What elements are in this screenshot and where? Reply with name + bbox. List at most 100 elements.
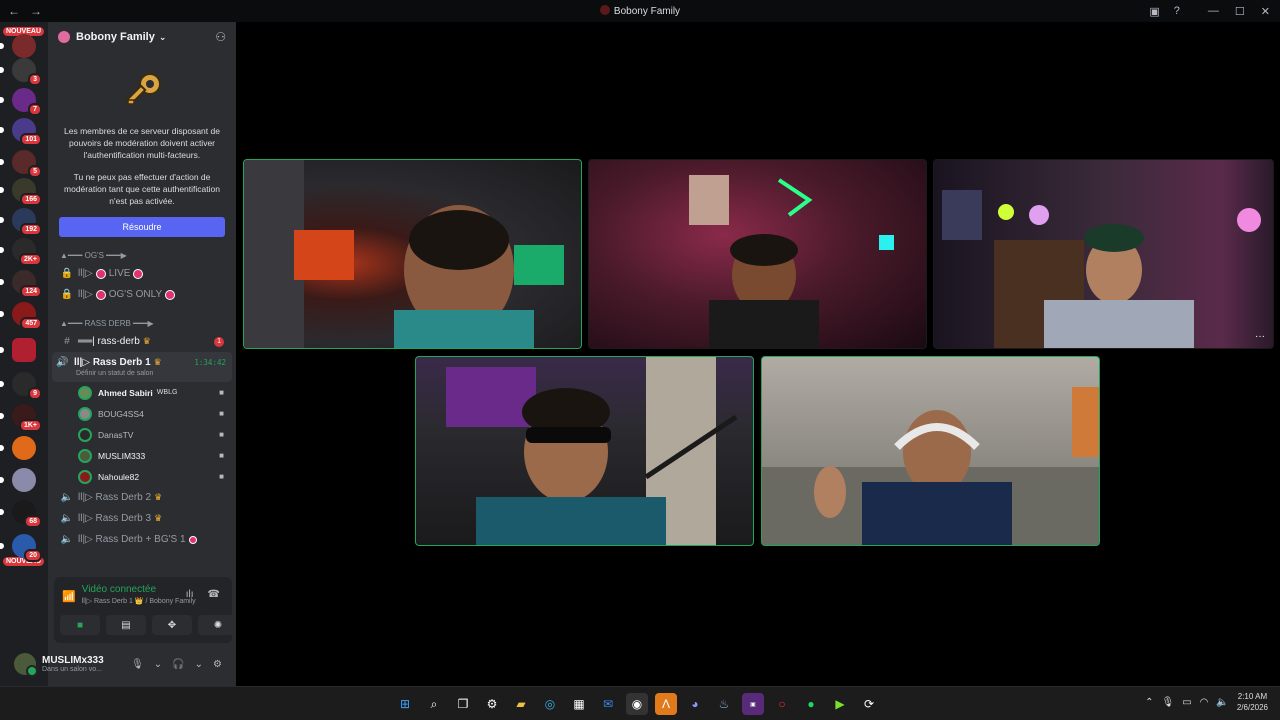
- category-rass-derb[interactable]: ▲━━━ RASS DERB ━━━▶: [48, 317, 236, 331]
- server-icon[interactable]: 5: [0, 150, 42, 178]
- chevron-down-icon[interactable]: ⌄: [154, 659, 162, 670]
- channel-ogs-only[interactable]: 🔒 ll|▷ OG'S ONLY: [48, 284, 236, 305]
- video-tile[interactable]: [588, 159, 927, 349]
- microphone-icon[interactable]: 🎙: [1162, 697, 1175, 708]
- mail-icon[interactable]: ✉: [597, 693, 619, 715]
- server-icon[interactable]: 7: [0, 88, 42, 116]
- server-icon[interactable]: [0, 34, 36, 58]
- disconnect-icon[interactable]: ☎: [208, 589, 220, 600]
- app-update-icon[interactable]: ⟳: [858, 693, 880, 715]
- chevron-down-icon[interactable]: ⌄: [195, 659, 203, 670]
- windows-start-icon[interactable]: ⊞: [394, 693, 416, 715]
- clock[interactable]: 2:10 AM 2/6/2026: [1237, 691, 1268, 713]
- window-title-text: Bobony Family: [613, 6, 681, 17]
- server-icon[interactable]: 9: [0, 372, 42, 400]
- store-icon[interactable]: ▦: [568, 693, 590, 715]
- server-icon[interactable]: 457: [0, 302, 42, 330]
- server-icon[interactable]: 20: [0, 534, 42, 562]
- voice-member[interactable]: Ahmed Sabiri WBLG ■: [48, 382, 236, 403]
- category-ogs[interactable]: ▲━━━ OG'S ━━━▶: [48, 249, 236, 263]
- steam-icon[interactable]: ♨: [713, 693, 735, 715]
- chevron-up-icon[interactable]: ⌃: [1145, 697, 1153, 708]
- voice-channel-rass-derb-bgs[interactable]: 🔈 ll|▷ Rass Derb + BG'S 1: [48, 529, 236, 550]
- minimize-icon[interactable]: —: [1208, 5, 1219, 18]
- server-rail: NOUVEAU NOUVEAU 3 7 101 5 166 192 2K+ 124 457 9 1K…: [0, 22, 48, 686]
- participant-video: [689, 175, 894, 348]
- voice-channel-rass-derb-1[interactable]: 🔊 ll|▷ Rass Derb 1 ♛ 1:34:42 Définir un …: [52, 352, 232, 382]
- close-icon[interactable]: ✕: [1261, 5, 1270, 18]
- video-tile[interactable]: [415, 356, 754, 546]
- crown-icon: ♛: [154, 492, 163, 502]
- video-tile[interactable]: [243, 159, 582, 349]
- guild-header[interactable]: Bobony Family ⌄ ⚇: [48, 22, 236, 52]
- voice-status[interactable]: Définir un statut de salon: [56, 370, 232, 380]
- taskbar: ⊞ ⌕ ❐ ⚙ ▰ ◎ ▦ ✉ ◉ Λ ◕ ♨ ▣ ○ ● ▶ ⟳ ⌃ 🎙 ▭ …: [0, 686, 1280, 720]
- media-player-icon[interactable]: ▶: [829, 693, 851, 715]
- spotify-icon[interactable]: ●: [800, 693, 822, 715]
- voice-channel-2-label: ll|▷ Rass Derb 2: [78, 492, 152, 503]
- server-icon[interactable]: [0, 436, 36, 460]
- server-icon[interactable]: 192: [0, 208, 42, 236]
- signal-icon[interactable]: 📶: [62, 590, 76, 603]
- avatar[interactable]: [14, 653, 38, 677]
- file-explorer-icon[interactable]: ▰: [510, 693, 532, 715]
- voice-channel-rass-derb-2[interactable]: 🔈 ll|▷ Rass Derb 2 ♛: [48, 487, 236, 508]
- server-pill: [0, 347, 4, 353]
- soundboard-button[interactable]: ✺: [198, 615, 238, 635]
- server-icon[interactable]: 1K+: [0, 404, 42, 432]
- server-pill: [0, 159, 4, 165]
- screen-share-button[interactable]: ▤: [106, 615, 146, 635]
- help-icon[interactable]: ?: [1174, 5, 1180, 17]
- opera-icon[interactable]: ○: [771, 693, 793, 715]
- inbox-icon[interactable]: ▣: [1149, 5, 1159, 18]
- search-icon[interactable]: ⌕: [423, 693, 445, 715]
- video-tile[interactable]: [761, 356, 1100, 546]
- maximize-icon[interactable]: ☐: [1235, 5, 1245, 18]
- tile-more-icon[interactable]: ···: [1255, 331, 1265, 342]
- mention-badge: 9: [28, 387, 42, 400]
- discord-icon[interactable]: ◕: [684, 693, 706, 715]
- forward-arrow-icon[interactable]: →: [30, 4, 42, 18]
- server-icon[interactable]: [0, 468, 36, 492]
- camera-icon: ■: [219, 409, 224, 418]
- gear-icon[interactable]: ⚙: [213, 659, 222, 670]
- server-pill: [0, 279, 4, 285]
- server-icon[interactable]: 166: [0, 178, 42, 206]
- channel-ogs-only-label: OG'S ONLY: [108, 289, 163, 300]
- voice-member[interactable]: MUSLIM333 ■: [48, 445, 236, 466]
- voice-member[interactable]: DanasTV ■: [48, 424, 236, 445]
- chrome-icon[interactable]: ◉: [626, 693, 648, 715]
- voice-member-name: MUSLIM333: [98, 450, 146, 461]
- server-icon[interactable]: [0, 338, 36, 362]
- server-icon[interactable]: 68: [0, 500, 42, 528]
- invite-icon[interactable]: ⚇: [215, 30, 226, 44]
- channel-live[interactable]: 🔒 ll|▷ LIVE: [48, 263, 236, 284]
- volume-icon[interactable]: 🔈: [1216, 697, 1228, 708]
- noise-suppression-icon[interactable]: ılı: [186, 589, 194, 600]
- camera-button[interactable]: ■: [60, 615, 100, 635]
- voice-channel-rass-derb-3[interactable]: 🔈 ll|▷ Rass Derb 3 ♛: [48, 508, 236, 529]
- resolve-button[interactable]: Résoudre: [59, 217, 225, 237]
- headphones-icon[interactable]: 🎧: [172, 659, 184, 670]
- display-icon[interactable]: ▭: [1182, 697, 1191, 708]
- user-names[interactable]: MUSLIMx333 Dans un salon vo...: [42, 655, 104, 673]
- microphone-icon[interactable]: 🎙: [131, 659, 144, 670]
- voice-member[interactable]: Nahoule82 ■: [48, 466, 236, 487]
- app-icon[interactable]: Λ: [655, 693, 677, 715]
- nzxt-icon[interactable]: ▣: [742, 693, 764, 715]
- back-arrow-icon[interactable]: ←: [8, 4, 20, 18]
- server-icon[interactable]: 101: [0, 118, 42, 146]
- voice-member[interactable]: BOUG4SS4 ■: [48, 403, 236, 424]
- wifi-icon[interactable]: ◠: [1200, 697, 1209, 708]
- connection-location[interactable]: ll|▷ Rass Derb 1 👑 / Bobony Family: [82, 597, 196, 605]
- server-icon[interactable]: 124: [0, 270, 42, 298]
- activities-button[interactable]: ✥: [152, 615, 192, 635]
- settings-icon[interactable]: ⚙: [481, 693, 503, 715]
- server-pill: [0, 381, 4, 387]
- channel-rass-derb-text[interactable]: # ══| rass-derb ♛ 1: [48, 331, 236, 352]
- server-icon[interactable]: 3: [0, 58, 42, 86]
- edge-icon[interactable]: ◎: [539, 693, 561, 715]
- server-icon[interactable]: 2K+: [0, 238, 42, 266]
- task-view-icon[interactable]: ❐: [452, 693, 474, 715]
- video-tile[interactable]: ···: [933, 159, 1274, 349]
